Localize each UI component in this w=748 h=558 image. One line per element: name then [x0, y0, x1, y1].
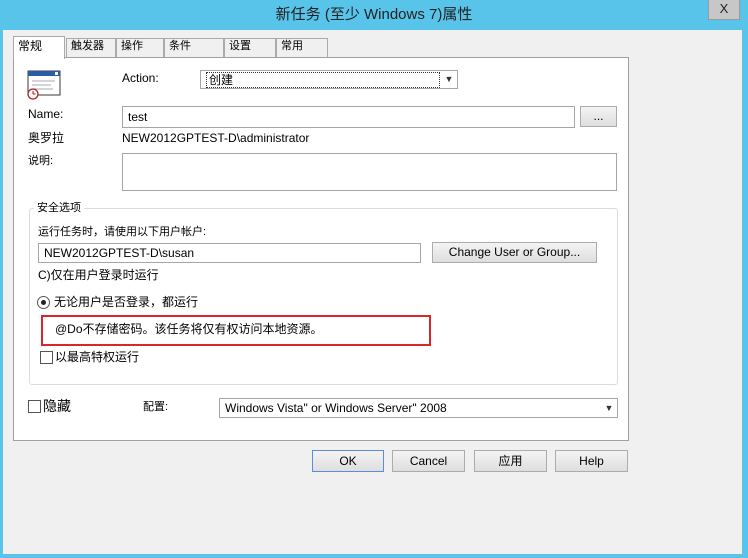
tab-triggers[interactable]: 触发器: [66, 38, 116, 58]
run-as-label: 运行任务时，请使用以下用户帐户:: [38, 226, 207, 238]
author-label: 奥罗拉: [28, 131, 65, 145]
change-user-button[interactable]: Change User or Group...: [432, 242, 597, 263]
tab-general[interactable]: 常规: [13, 36, 65, 59]
configure-label: 配置:: [143, 401, 169, 413]
do-not-store-password-option[interactable]: @Do不存储密码。该任务将仅有权访问本地资源。: [55, 322, 323, 336]
description-textarea[interactable]: [122, 153, 617, 191]
run-whether-logged-on-label[interactable]: 无论用户是否登录，都运行: [54, 295, 198, 309]
chevron-down-icon[interactable]: ▼: [442, 72, 456, 87]
tab-common[interactable]: 常用: [276, 38, 328, 58]
tab-conditions[interactable]: 条件: [164, 38, 224, 58]
tab-actions[interactable]: 操作: [116, 38, 164, 58]
ok-button[interactable]: OK: [312, 450, 384, 472]
run-whether-logged-on-radio[interactable]: [37, 296, 50, 309]
hidden-checkbox[interactable]: [28, 400, 41, 413]
hidden-label[interactable]: 隐藏: [43, 398, 71, 414]
user-account-field: NEW2012GPTEST-D\susan: [38, 243, 421, 263]
task-icon: [27, 70, 61, 100]
chevron-down-icon[interactable]: ▼: [602, 401, 616, 416]
configure-select[interactable]: Windows Vista" or Windows Server" 2008: [219, 398, 618, 418]
apply-button[interactable]: 应用: [474, 450, 547, 472]
description-label: 说明:: [28, 155, 54, 167]
help-button[interactable]: Help: [555, 450, 628, 472]
tab-label: 常用: [281, 40, 303, 52]
tab-label: 条件: [169, 40, 191, 52]
tab-label: 设置: [229, 40, 251, 52]
action-select[interactable]: 创建: [200, 70, 458, 89]
close-button[interactable]: X: [708, 0, 740, 20]
name-field[interactable]: test: [122, 106, 575, 128]
action-label: Action:: [122, 71, 159, 85]
action-select-value: 创建: [206, 72, 440, 88]
browse-button[interactable]: ...: [580, 106, 617, 127]
tab-label: 常规: [18, 39, 43, 53]
author-value: NEW2012GPTEST-D\administrator: [122, 131, 310, 145]
security-options-legend: 安全选项: [34, 201, 84, 215]
cancel-button[interactable]: Cancel: [392, 450, 465, 472]
tab-label: 触发器: [71, 40, 104, 52]
radio-selected-dot: [41, 300, 46, 305]
window-title: 新任务 (至少 Windows 7)属性: [275, 6, 473, 23]
tab-label: 操作: [121, 40, 143, 52]
tab-settings[interactable]: 设置: [224, 38, 276, 58]
highest-privileges-label[interactable]: 以最高特权运行: [55, 350, 139, 364]
highest-privileges-checkbox[interactable]: [40, 351, 53, 364]
run-logged-on-only-option[interactable]: C)仅在用户登录时运行: [38, 268, 159, 282]
name-label: Name:: [28, 107, 64, 121]
